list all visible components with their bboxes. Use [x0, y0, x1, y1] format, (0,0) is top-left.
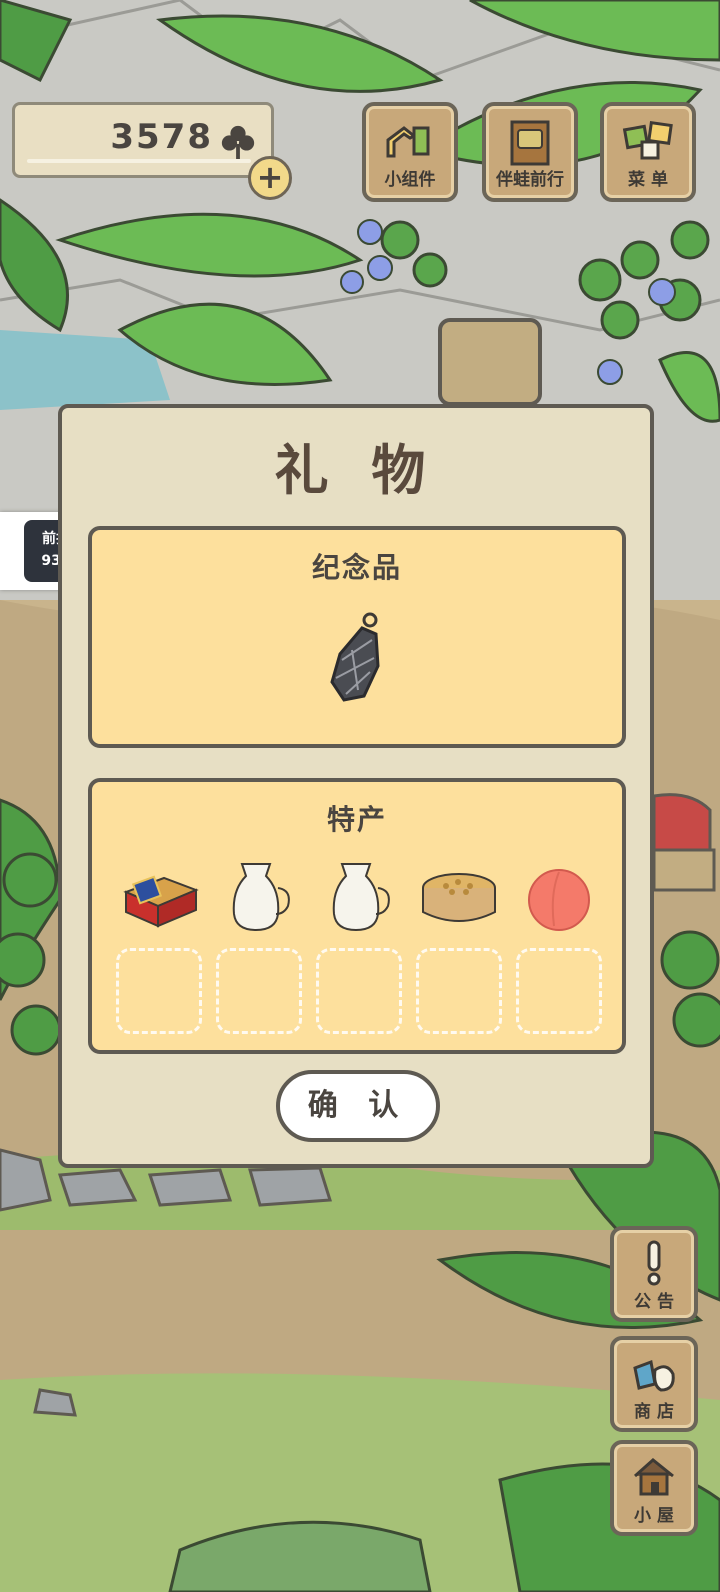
souvenir-title: 纪念品: [311, 551, 402, 584]
specialty-slot-gift-box[interactable]: [116, 854, 202, 940]
specialty-slot-milk-2[interactable]: [316, 854, 402, 940]
journey-button-label: 伴蛙前行: [496, 170, 564, 190]
clover-counter: 3578: [12, 102, 274, 178]
exclamation-icon: [647, 1240, 661, 1286]
empty-slot: [216, 948, 302, 1034]
widget-button-label: 小组件: [384, 170, 436, 190]
widget-button[interactable]: 小组件: [362, 102, 458, 202]
specialty-slot-milk-1[interactable]: [216, 854, 302, 940]
empty-slot: [416, 948, 502, 1034]
empty-slot: [116, 948, 202, 1034]
rice-cake-tub-icon: [422, 873, 496, 922]
clover-icon: [221, 125, 255, 160]
journey-button[interactable]: 伴蛙前行: [482, 102, 578, 202]
specialty-panel: 特产: [88, 778, 626, 1054]
gift-dialog: 礼 物 纪念品 特产 确 认: [58, 404, 654, 1168]
shop-button-label: 商 店: [634, 1402, 674, 1422]
notice-button-label: 公 告: [634, 1292, 674, 1312]
house-button[interactable]: 小 屋: [610, 1440, 698, 1536]
clover-count: 3578: [110, 117, 213, 157]
peach-icon: [528, 869, 590, 931]
milk-jug-icon: [332, 863, 390, 932]
menu-icon: [622, 121, 673, 160]
dialog-title: 礼 物: [274, 439, 438, 502]
specialty-slot-rice-cake[interactable]: [416, 854, 502, 940]
stone-charm-icon[interactable]: [322, 610, 392, 708]
gift-box-icon: [123, 875, 199, 928]
empty-slot: [316, 948, 402, 1034]
souvenir-panel: 纪念品: [88, 526, 626, 748]
shop-button[interactable]: 商 店: [610, 1336, 698, 1432]
menu-button[interactable]: 菜 单: [600, 102, 696, 202]
shop-bag-icon: [633, 1359, 675, 1392]
empty-slot: [516, 948, 602, 1034]
journey-book-icon: [510, 120, 550, 166]
specialty-slot-peach[interactable]: [516, 854, 602, 940]
counter-underline: [27, 159, 251, 163]
milk-jug-icon: [232, 863, 290, 932]
widget-icon: [386, 126, 430, 158]
menu-button-label: 菜 单: [628, 170, 668, 190]
notice-button[interactable]: 公 告: [610, 1226, 698, 1322]
house-button-label: 小 屋: [634, 1506, 674, 1526]
house-icon: [634, 1458, 674, 1496]
confirm-button[interactable]: 确 认: [276, 1070, 440, 1142]
add-clover-button[interactable]: +: [248, 156, 292, 200]
specialty-title: 特产: [326, 803, 387, 836]
